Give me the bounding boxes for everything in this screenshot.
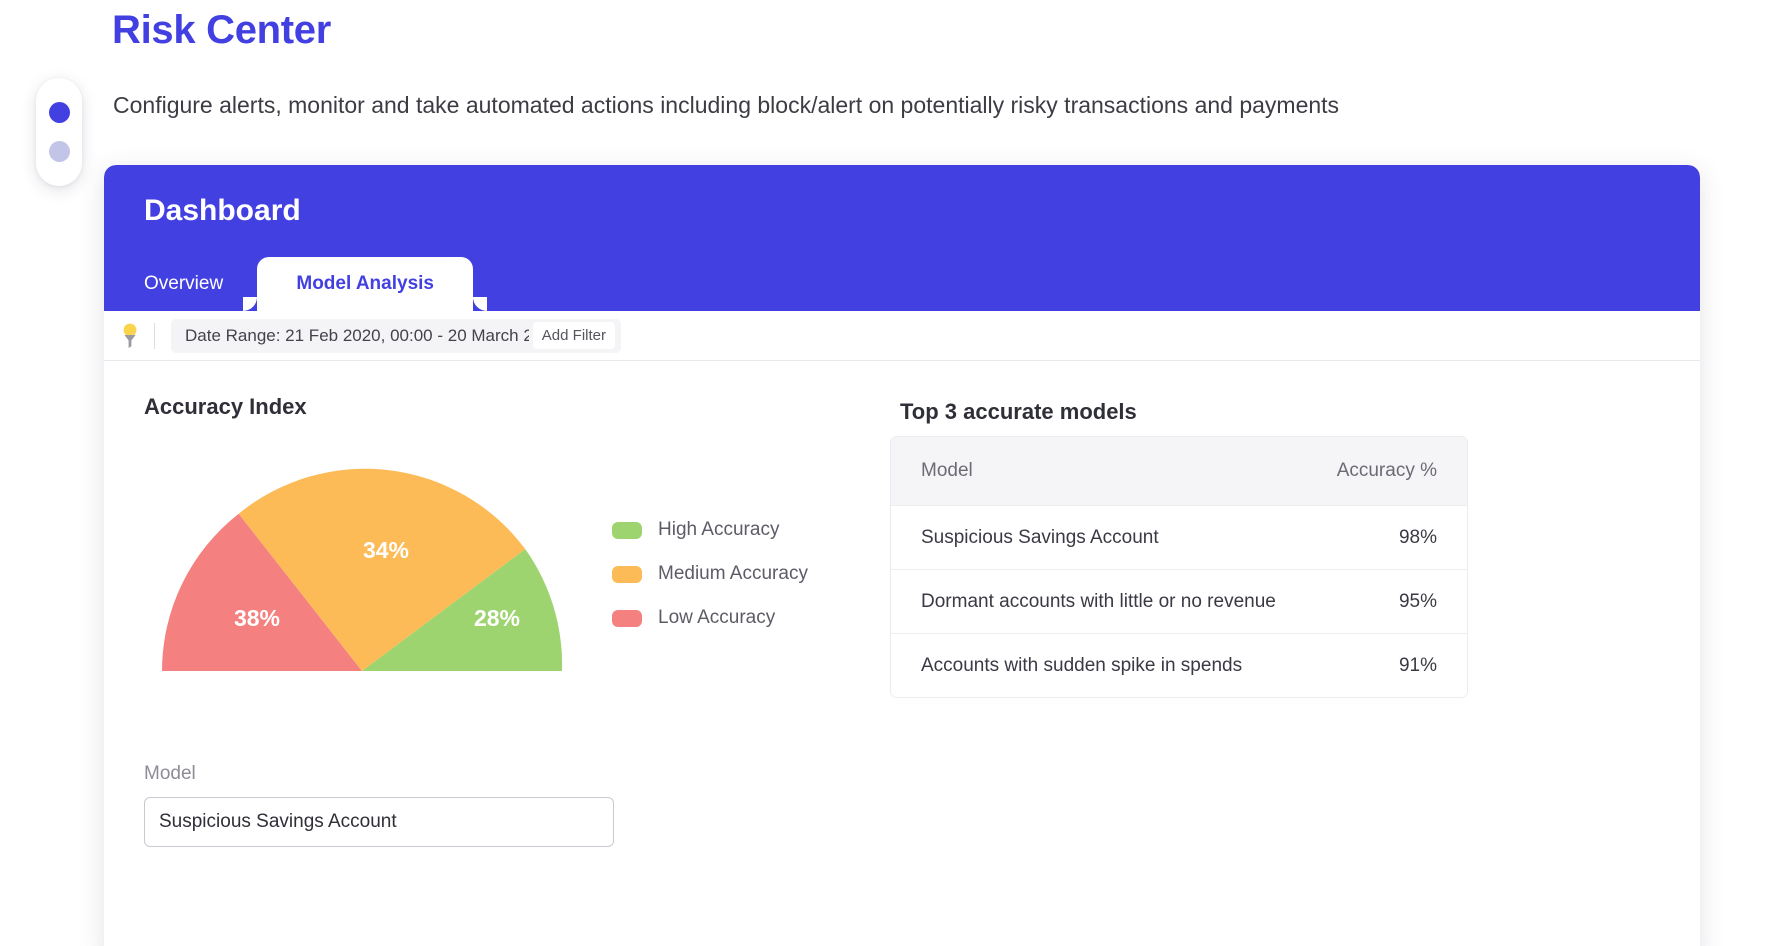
- accuracy-index-chart: 38% 34% 28%: [142, 451, 642, 681]
- pie-label-low: 38%: [234, 605, 280, 631]
- semicircle-pie-svg: 38% 34% 28%: [162, 468, 563, 671]
- legend-item-high: High Accuracy: [612, 519, 808, 541]
- legend-label-high: High Accuracy: [658, 519, 780, 540]
- legend-swatch-high: [612, 521, 642, 539]
- legend-swatch-low: [612, 609, 642, 627]
- model-field-block: Model: [144, 763, 614, 847]
- date-range-filter-chip[interactable]: Date Range: 21 Feb 2020, 00:00 - 20 Marc…: [171, 318, 621, 353]
- model-field-label: Model: [144, 763, 196, 784]
- pie-label-medium: 34%: [363, 537, 409, 563]
- cell-accuracy: 91%: [1398, 654, 1437, 676]
- chart-legend: High Accuracy Medium Accuracy Low Accura…: [612, 519, 808, 629]
- tab-overview[interactable]: Overview: [110, 257, 257, 311]
- add-filter-button[interactable]: Add Filter: [532, 322, 615, 349]
- column-header-accuracy: Accuracy %: [1336, 460, 1437, 481]
- table-row[interactable]: Suspicious Savings Account 98%: [891, 505, 1467, 569]
- card-title: Dashboard: [144, 194, 301, 227]
- tab-model-analysis[interactable]: Model Analysis: [243, 257, 488, 311]
- legend-swatch-medium: [612, 565, 642, 583]
- cell-accuracy: 98%: [1398, 526, 1437, 548]
- pie-slices: [162, 468, 563, 671]
- table-header-row: Model Accuracy %: [891, 437, 1467, 505]
- page-subtitle: Configure alerts, monitor and take autom…: [113, 92, 1340, 118]
- cell-accuracy: 95%: [1398, 590, 1437, 612]
- date-range-text: Date Range: 21 Feb 2020, 00:00 - 20 Marc…: [185, 325, 529, 345]
- dashboard-card: Dashboard Overview Model Analysis Date R…: [104, 165, 1700, 946]
- page-indicator-nav[interactable]: [36, 78, 82, 186]
- tab-notch-right: [473, 297, 488, 311]
- tab-bar: Overview Model Analysis: [104, 257, 1700, 311]
- top-models-table: Model Accuracy % Suspicious Savings Acco…: [890, 436, 1468, 698]
- legend-label-low: Low Accuracy: [658, 607, 776, 628]
- page-indicator-dot-2[interactable]: [48, 141, 70, 162]
- app-root: Risk Center Configure alerts, monitor an…: [0, 0, 1786, 946]
- card-body: Accuracy Index Top 3 accurate models 38%…: [104, 361, 1700, 946]
- pie-label-high: 28%: [474, 605, 520, 631]
- page-title: Risk Center: [112, 8, 332, 52]
- tab-overview-label: Overview: [144, 273, 224, 294]
- top-models-title: Top 3 accurate models: [900, 399, 1137, 424]
- model-select-input[interactable]: [144, 797, 614, 847]
- accuracy-index-title: Accuracy Index: [144, 394, 307, 419]
- page-indicator-dot-1[interactable]: [48, 102, 70, 123]
- legend-label-medium: Medium Accuracy: [658, 563, 808, 584]
- cell-model: Dormant accounts with little or no reven…: [921, 590, 1276, 612]
- filter-divider: [154, 322, 155, 349]
- card-header: Dashboard Overview Model Analysis: [104, 165, 1700, 311]
- legend-item-low: Low Accuracy: [612, 607, 808, 629]
- column-header-model: Model: [921, 460, 973, 481]
- funnel-icon[interactable]: [118, 323, 142, 349]
- legend-item-medium: Medium Accuracy: [612, 563, 808, 585]
- tab-model-analysis-label: Model Analysis: [296, 273, 434, 294]
- table-row[interactable]: Dormant accounts with little or no reven…: [891, 569, 1467, 633]
- cell-model: Accounts with sudden spike in spends: [921, 654, 1243, 676]
- table-row[interactable]: Accounts with sudden spike in spends 91%: [891, 633, 1467, 697]
- cell-model: Suspicious Savings Account: [921, 526, 1159, 548]
- filter-bar: Date Range: 21 Feb 2020, 00:00 - 20 Marc…: [104, 311, 1700, 361]
